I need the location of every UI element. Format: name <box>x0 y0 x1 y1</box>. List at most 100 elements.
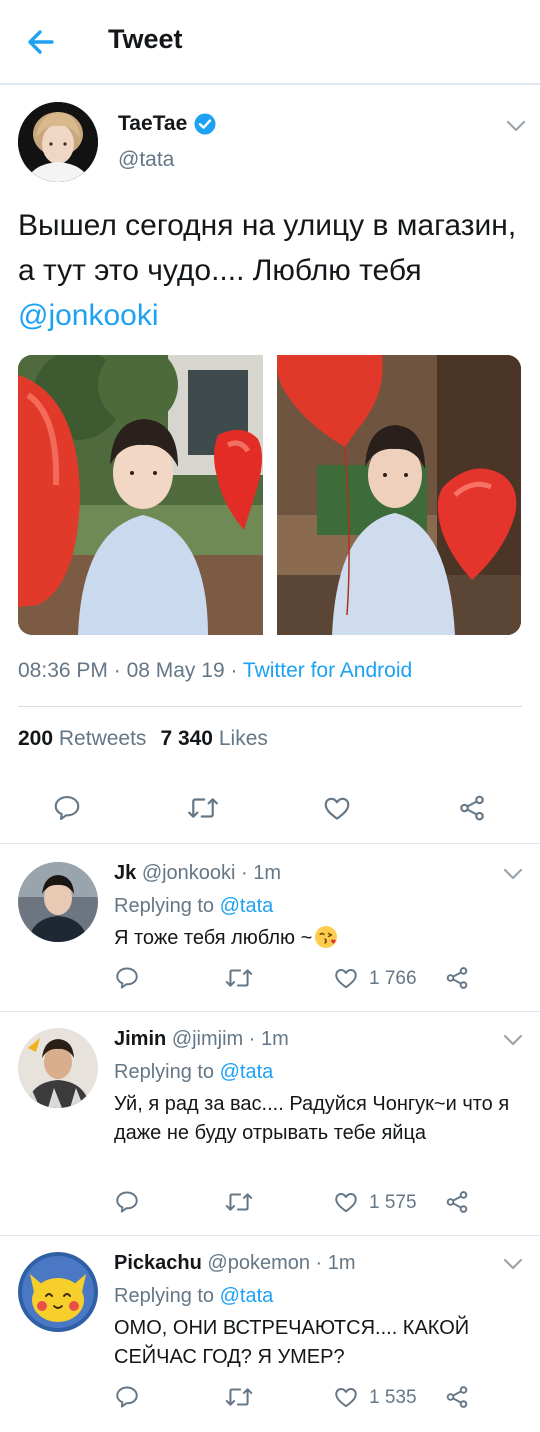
replying-to-label: Replying to <box>114 1285 215 1307</box>
chevron-down-icon[interactable] <box>505 119 527 133</box>
tweet-timestamp: 08:36 PM · 08 May 19 · Twitter for Andro… <box>18 659 413 682</box>
comment-icon[interactable] <box>114 1384 140 1410</box>
retweet-icon[interactable] <box>224 965 254 991</box>
divider <box>18 706 522 707</box>
heart-icon[interactable] <box>333 965 359 991</box>
chevron-down-icon[interactable] <box>502 1257 524 1271</box>
tweet-more-button[interactable] <box>505 119 527 133</box>
likes-stat[interactable]: 7 340 Likes <box>160 727 267 750</box>
reply-like-count: 1 535 <box>369 1387 417 1408</box>
chevron-down-icon[interactable] <box>502 1033 524 1047</box>
reply-like-count: 1 766 <box>369 968 417 989</box>
retweet-icon[interactable] <box>224 1384 254 1410</box>
reply-comment-button[interactable] <box>114 1189 140 1215</box>
reply-comment-button[interactable] <box>114 1384 140 1410</box>
reply-more-button[interactable] <box>502 1257 524 1271</box>
retweets-stat[interactable]: 200 Retweets <box>18 727 146 750</box>
reply-text: Я тоже тебя люблю ~ <box>114 924 514 953</box>
divider <box>0 1011 540 1012</box>
replying-to-link[interactable]: @tata <box>220 895 274 917</box>
tweet-date: 08 May 19 <box>126 659 225 682</box>
reply-header: Jk @jonkooki · 1m <box>114 862 282 884</box>
heart-icon[interactable] <box>333 1384 359 1410</box>
author-handle[interactable]: @tata <box>118 148 174 172</box>
page-title: Tweet <box>108 24 183 54</box>
likes-count: 7 340 <box>160 727 213 750</box>
share-button[interactable] <box>457 793 487 823</box>
reply-author-name[interactable]: Jk <box>114 862 136 884</box>
retweets-count: 200 <box>18 727 54 750</box>
top-bar: Tweet <box>0 0 540 85</box>
reply-share-button[interactable] <box>444 1189 470 1215</box>
share-icon[interactable] <box>444 965 470 991</box>
reply-avatar-pickachu[interactable] <box>18 1252 98 1332</box>
reply-time: 1m <box>253 862 282 884</box>
reply-share-button[interactable] <box>444 965 470 991</box>
replying-to-label: Replying to <box>114 895 215 917</box>
chevron-down-icon[interactable] <box>502 867 524 881</box>
reply-text: ОМО, ОНИ ВСТРЕЧАЮТСЯ.... КАКОЙ СЕЙЧАС ГО… <box>114 1317 470 1368</box>
tweet-text-body: Вышел сегодня на улицу в магазин, а тут … <box>18 209 517 287</box>
like-button[interactable] <box>322 793 352 823</box>
reply-time: 1m <box>327 1252 356 1274</box>
reply-retweet-button[interactable] <box>224 1384 254 1410</box>
share-icon[interactable] <box>444 1384 470 1410</box>
reply-text-body: Я тоже тебя люблю ~ <box>114 927 313 949</box>
back-button[interactable] <box>22 24 62 60</box>
reply-avatar-jimin[interactable] <box>18 1028 98 1108</box>
reply-more-button[interactable] <box>502 1033 524 1047</box>
tweet-photo-2[interactable] <box>277 355 521 635</box>
replying-to-link[interactable]: @tata <box>220 1285 274 1307</box>
reply-author-handle[interactable]: @jimjim <box>172 1028 243 1050</box>
heart-icon[interactable] <box>333 1189 359 1215</box>
tweet-time: 08:36 PM <box>18 659 108 682</box>
reply-retweet-button[interactable] <box>224 1189 254 1215</box>
reply-text: Уй, я рад за вас.... Радуйся Чонгук~и чт… <box>114 1093 510 1144</box>
comment-icon[interactable] <box>114 965 140 991</box>
reply-like-button[interactable] <box>333 1189 359 1215</box>
replying-to: Replying to @tata <box>114 895 273 918</box>
reply-header: Pickachu @pokemon · 1m <box>114 1252 356 1274</box>
replying-to: Replying to @tata <box>114 1061 273 1084</box>
arrow-left-icon[interactable] <box>22 24 62 60</box>
retweet-button[interactable] <box>186 793 220 823</box>
comment-icon[interactable] <box>52 793 82 823</box>
share-icon[interactable] <box>444 1189 470 1215</box>
reply-share-button[interactable] <box>444 1384 470 1410</box>
reply-time: 1m <box>261 1028 289 1050</box>
reply-like-count: 1 575 <box>369 1192 417 1213</box>
likes-label: Likes <box>218 727 268 750</box>
retweet-icon[interactable] <box>224 1189 254 1215</box>
author-name[interactable]: TaeTae <box>118 112 187 136</box>
tweet-source-link[interactable]: Twitter for Android <box>243 659 412 682</box>
retweets-label: Retweets <box>58 727 147 750</box>
tweet-mention-link[interactable]: @jonkooki <box>18 299 159 332</box>
reply-button[interactable] <box>52 793 82 823</box>
divider <box>0 1235 540 1236</box>
replying-to: Replying to @tata <box>114 1285 273 1308</box>
divider <box>0 843 540 844</box>
reply-avatar-jk[interactable] <box>18 862 98 942</box>
retweet-icon[interactable] <box>186 793 220 823</box>
reply-more-button[interactable] <box>502 867 524 881</box>
reply-like-button[interactable] <box>333 965 359 991</box>
heart-icon[interactable] <box>322 793 352 823</box>
comment-icon[interactable] <box>114 1189 140 1215</box>
reply-author-handle[interactable]: @jonkooki <box>142 862 236 884</box>
tweet-photo-1[interactable] <box>18 355 263 635</box>
tweet-stats: 200 Retweets 7 340 Likes <box>18 727 268 751</box>
replying-to-link[interactable]: @tata <box>220 1061 274 1083</box>
verified-badge-icon <box>194 113 216 135</box>
replying-to-label: Replying to <box>114 1061 215 1083</box>
tweet-text: Вышел сегодня на улицу в магазин, а тут … <box>18 203 518 338</box>
author-avatar[interactable] <box>18 102 98 182</box>
reply-author-name[interactable]: Pickachu <box>114 1252 202 1274</box>
kiss-emoji-icon <box>315 926 338 948</box>
reply-retweet-button[interactable] <box>224 965 254 991</box>
share-icon[interactable] <box>457 793 487 823</box>
reply-author-handle[interactable]: @pokemon <box>207 1252 310 1274</box>
reply-like-button[interactable] <box>333 1384 359 1410</box>
reply-header: Jimin @jimjim · 1m <box>114 1028 289 1050</box>
reply-author-name[interactable]: Jimin <box>114 1028 166 1050</box>
reply-comment-button[interactable] <box>114 965 140 991</box>
